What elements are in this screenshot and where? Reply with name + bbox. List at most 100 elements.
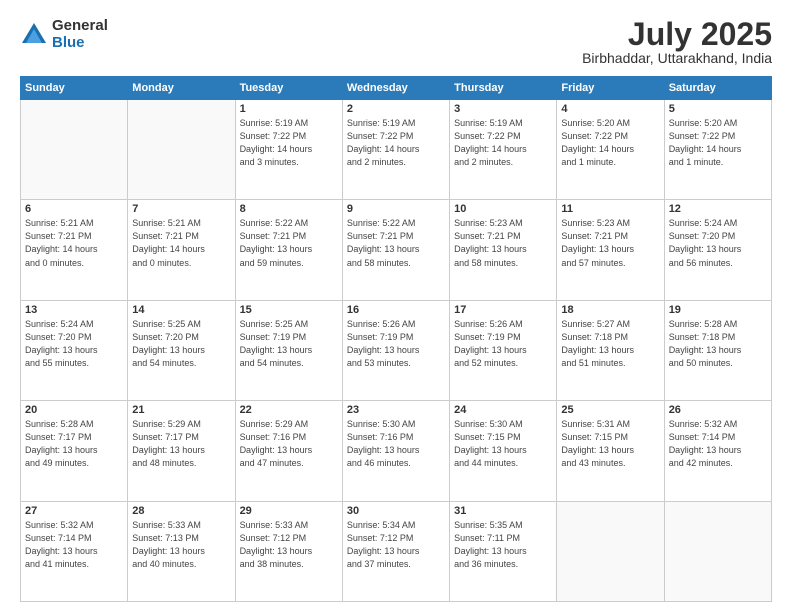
logo-blue: Blue [52, 35, 108, 52]
header-thursday: Thursday [450, 77, 557, 100]
day-cell: 22Sunrise: 5:29 AM Sunset: 7:16 PM Dayli… [235, 401, 342, 501]
title-location: Birbhaddar, Uttarakhand, India [582, 50, 772, 66]
day-number: 10 [454, 203, 552, 215]
day-cell: 2Sunrise: 5:19 AM Sunset: 7:22 PM Daylig… [342, 100, 449, 200]
day-info: Sunrise: 5:23 AM Sunset: 7:21 PM Dayligh… [454, 217, 552, 269]
header-tuesday: Tuesday [235, 77, 342, 100]
day-info: Sunrise: 5:22 AM Sunset: 7:21 PM Dayligh… [347, 217, 445, 269]
logo-icon [20, 21, 48, 49]
day-info: Sunrise: 5:20 AM Sunset: 7:22 PM Dayligh… [669, 117, 767, 169]
day-cell: 18Sunrise: 5:27 AM Sunset: 7:18 PM Dayli… [557, 300, 664, 400]
day-info: Sunrise: 5:25 AM Sunset: 7:20 PM Dayligh… [132, 318, 230, 370]
day-cell [557, 501, 664, 601]
day-cell: 31 Sunrise: 5:35 AM Sunset: 7:11 PM Dayli… [450, 501, 557, 601]
day-number: 31 [454, 505, 552, 517]
header-friday: Friday [557, 77, 664, 100]
header-saturday: Saturday [664, 77, 771, 100]
day-info: Sunrise: 5:25 AM Sunset: 7:19 PM Dayligh… [240, 318, 338, 370]
week-row-2: 13 Sunrise: 5:24 AM Sunset: 7:20 PM Dayli… [21, 300, 772, 400]
day-cell: 9 Sunrise: 5:22 AM Sunset: 7:21 PM Daylig… [342, 200, 449, 300]
day-number: 7 [132, 203, 230, 215]
day-info: Sunrise: 5:30 AM Sunset: 7:15 PM Dayligh… [454, 418, 552, 470]
day-cell: 21Sunrise: 5:29 AM Sunset: 7:17 PM Dayli… [128, 401, 235, 501]
day-number: 30 [347, 505, 445, 517]
day-info: Sunrise: 5:34 AM Sunset: 7:12 PM Dayligh… [347, 519, 445, 571]
day-info: Sunrise: 5:30 AM Sunset: 7:16 PM Dayligh… [347, 418, 445, 470]
day-number: 4 [561, 103, 659, 115]
title-block: July 2025 Birbhaddar, Uttarakhand, India [582, 18, 772, 66]
day-cell: 26 Sunrise: 5:32 AM Sunset: 7:14 PM Dayli… [664, 401, 771, 501]
day-cell: 25Sunrise: 5:31 AM Sunset: 7:15 PM Dayli… [557, 401, 664, 501]
day-number: 19 [669, 304, 767, 316]
week-row-1: 6 Sunrise: 5:21 AM Sunset: 7:21 PM Daylig… [21, 200, 772, 300]
day-cell: 10 Sunrise: 5:23 AM Sunset: 7:21 PM Dayli… [450, 200, 557, 300]
day-number: 5 [669, 103, 767, 115]
day-info: Sunrise: 5:23 AM Sunset: 7:21 PM Dayligh… [561, 217, 659, 269]
day-cell: 15 Sunrise: 5:25 AM Sunset: 7:19 PM Dayli… [235, 300, 342, 400]
day-cell: 23 Sunrise: 5:30 AM Sunset: 7:16 PM Dayli… [342, 401, 449, 501]
day-info: Sunrise: 5:33 AM Sunset: 7:13 PM Dayligh… [132, 519, 230, 571]
day-cell [128, 100, 235, 200]
day-info: Sunrise: 5:28 AM Sunset: 7:17 PM Dayligh… [25, 418, 123, 470]
logo-text: General Blue [52, 18, 108, 51]
day-cell: 24Sunrise: 5:30 AM Sunset: 7:15 PM Dayli… [450, 401, 557, 501]
day-number: 16 [347, 304, 445, 316]
day-number: 6 [25, 203, 123, 215]
day-number: 20 [25, 404, 123, 416]
day-info: Sunrise: 5:29 AM Sunset: 7:17 PM Dayligh… [132, 418, 230, 470]
week-row-4: 27Sunrise: 5:32 AM Sunset: 7:14 PM Dayli… [21, 501, 772, 601]
day-number: 8 [240, 203, 338, 215]
day-number: 15 [240, 304, 338, 316]
week-row-3: 20 Sunrise: 5:28 AM Sunset: 7:17 PM Dayli… [21, 401, 772, 501]
day-info: Sunrise: 5:19 AM Sunset: 7:22 PM Dayligh… [454, 117, 552, 169]
day-cell: 8 Sunrise: 5:22 AM Sunset: 7:21 PM Daylig… [235, 200, 342, 300]
day-info: Sunrise: 5:19 AM Sunset: 7:22 PM Dayligh… [240, 117, 338, 169]
day-cell: 11Sunrise: 5:23 AM Sunset: 7:21 PM Dayli… [557, 200, 664, 300]
day-info: Sunrise: 5:22 AM Sunset: 7:21 PM Dayligh… [240, 217, 338, 269]
day-cell: 7 Sunrise: 5:21 AM Sunset: 7:21 PM Daylig… [128, 200, 235, 300]
day-number: 26 [669, 404, 767, 416]
day-cell: 29 Sunrise: 5:33 AM Sunset: 7:12 PM Dayli… [235, 501, 342, 601]
header-wednesday: Wednesday [342, 77, 449, 100]
page: General Blue July 2025 Birbhaddar, Uttar… [0, 0, 792, 612]
day-info: Sunrise: 5:24 AM Sunset: 7:20 PM Dayligh… [669, 217, 767, 269]
day-cell: 30 Sunrise: 5:34 AM Sunset: 7:12 PM Dayli… [342, 501, 449, 601]
title-month: July 2025 [582, 18, 772, 50]
day-info: Sunrise: 5:28 AM Sunset: 7:18 PM Dayligh… [669, 318, 767, 370]
day-info: Sunrise: 5:32 AM Sunset: 7:14 PM Dayligh… [669, 418, 767, 470]
header-monday: Monday [128, 77, 235, 100]
week-row-0: 1 Sunrise: 5:19 AM Sunset: 7:22 PM Daylig… [21, 100, 772, 200]
day-cell: 6 Sunrise: 5:21 AM Sunset: 7:21 PM Daylig… [21, 200, 128, 300]
day-number: 13 [25, 304, 123, 316]
day-number: 2 [347, 103, 445, 115]
header-sunday: Sunday [21, 77, 128, 100]
day-number: 14 [132, 304, 230, 316]
day-number: 12 [669, 203, 767, 215]
day-info: Sunrise: 5:20 AM Sunset: 7:22 PM Dayligh… [561, 117, 659, 169]
day-number: 27 [25, 505, 123, 517]
day-cell: 19 Sunrise: 5:28 AM Sunset: 7:18 PM Dayli… [664, 300, 771, 400]
logo: General Blue [20, 18, 108, 51]
day-cell: 16Sunrise: 5:26 AM Sunset: 7:19 PM Dayli… [342, 300, 449, 400]
day-cell: 1 Sunrise: 5:19 AM Sunset: 7:22 PM Daylig… [235, 100, 342, 200]
header: General Blue July 2025 Birbhaddar, Uttar… [20, 18, 772, 66]
day-info: Sunrise: 5:21 AM Sunset: 7:21 PM Dayligh… [25, 217, 123, 269]
day-number: 25 [561, 404, 659, 416]
day-info: Sunrise: 5:29 AM Sunset: 7:16 PM Dayligh… [240, 418, 338, 470]
day-info: Sunrise: 5:21 AM Sunset: 7:21 PM Dayligh… [132, 217, 230, 269]
calendar-header-row: SundayMondayTuesdayWednesdayThursdayFrid… [21, 77, 772, 100]
day-cell: 12 Sunrise: 5:24 AM Sunset: 7:20 PM Dayli… [664, 200, 771, 300]
day-number: 1 [240, 103, 338, 115]
day-number: 29 [240, 505, 338, 517]
day-info: Sunrise: 5:33 AM Sunset: 7:12 PM Dayligh… [240, 519, 338, 571]
day-info: Sunrise: 5:26 AM Sunset: 7:19 PM Dayligh… [454, 318, 552, 370]
day-cell: 4 Sunrise: 5:20 AM Sunset: 7:22 PM Daylig… [557, 100, 664, 200]
day-info: Sunrise: 5:24 AM Sunset: 7:20 PM Dayligh… [25, 318, 123, 370]
day-info: Sunrise: 5:35 AM Sunset: 7:11 PM Dayligh… [454, 519, 552, 571]
day-cell [21, 100, 128, 200]
day-cell [664, 501, 771, 601]
day-cell: 17Sunrise: 5:26 AM Sunset: 7:19 PM Dayli… [450, 300, 557, 400]
day-number: 23 [347, 404, 445, 416]
day-number: 9 [347, 203, 445, 215]
logo-general: General [52, 18, 108, 35]
